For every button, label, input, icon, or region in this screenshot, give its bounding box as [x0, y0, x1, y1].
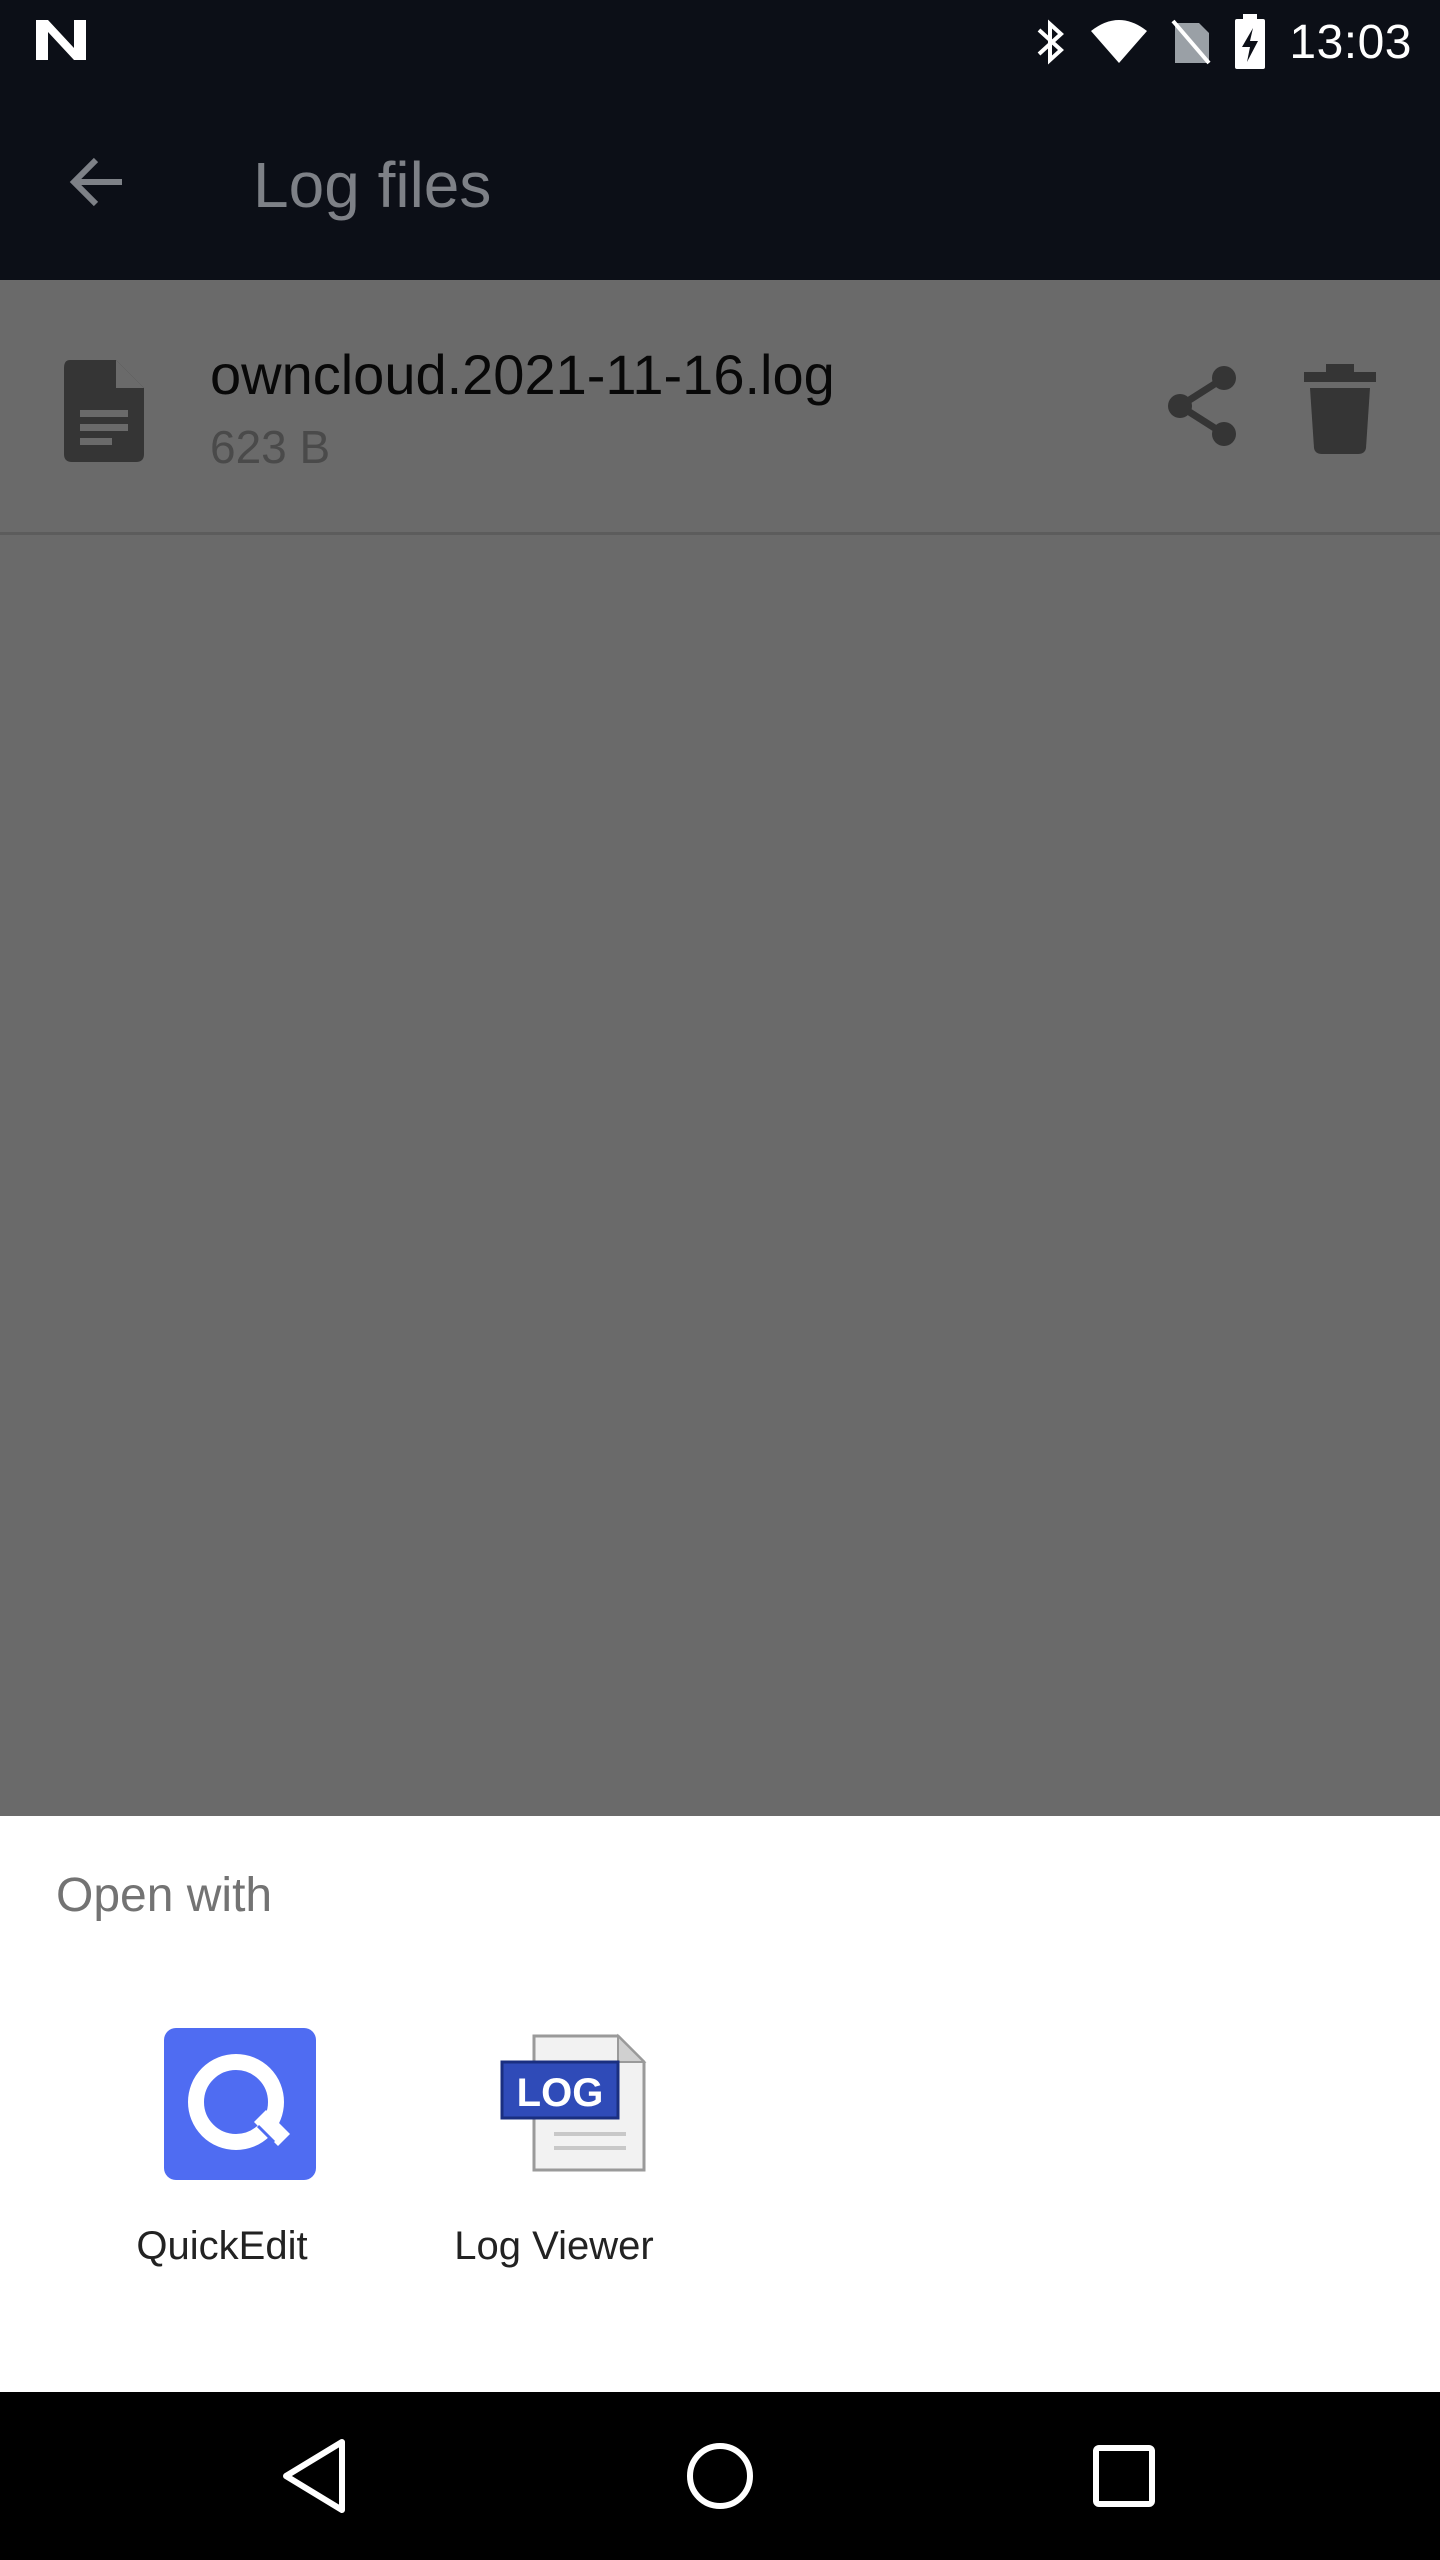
no-sim-icon — [1171, 19, 1211, 65]
svg-text:LOG: LOG — [517, 2071, 604, 2115]
status-bar: 13:03 — [0, 0, 1440, 84]
arrow-back-icon[interactable] — [62, 146, 134, 218]
back-triangle-icon[interactable] — [272, 2432, 360, 2520]
app-label: QuickEdit — [136, 2224, 308, 2268]
app-bar: Log files — [0, 84, 1440, 280]
list-divider — [0, 532, 1440, 535]
app-option-log-viewer[interactable]: LOG Log Viewer — [434, 2026, 674, 2306]
trash-icon[interactable] — [1302, 364, 1378, 454]
bluetooth-icon — [1033, 18, 1067, 66]
battery-charging-icon — [1233, 14, 1267, 70]
home-circle-icon[interactable] — [676, 2432, 764, 2520]
log-viewer-app-icon: LOG — [494, 2026, 650, 2182]
quickedit-app-icon — [162, 2026, 318, 2182]
wifi-icon — [1089, 19, 1149, 65]
sheet-title: Open with — [56, 1869, 273, 1922]
file-size: 623 B — [210, 421, 331, 473]
app-option-quickedit[interactable]: QuickEdit — [102, 2026, 342, 2306]
navigation-bar — [0, 2392, 1440, 2560]
file-document-icon — [62, 358, 146, 464]
file-name: owncloud.2021-11-16.log — [210, 343, 835, 406]
n-logo-icon — [34, 18, 88, 62]
list-item[interactable]: owncloud.2021-11-16.log 623 B — [0, 280, 1440, 534]
log-file-list: owncloud.2021-11-16.log 623 B — [0, 280, 1440, 1816]
share-icon[interactable] — [1162, 364, 1246, 448]
status-time: 13:03 — [1289, 15, 1412, 69]
recents-square-icon[interactable] — [1080, 2432, 1168, 2520]
page-title: Log files — [253, 149, 492, 221]
app-label: Log Viewer — [454, 2224, 654, 2268]
open-with-sheet: Open with QuickEdit LOG Log Viewer — [0, 1816, 1440, 2392]
